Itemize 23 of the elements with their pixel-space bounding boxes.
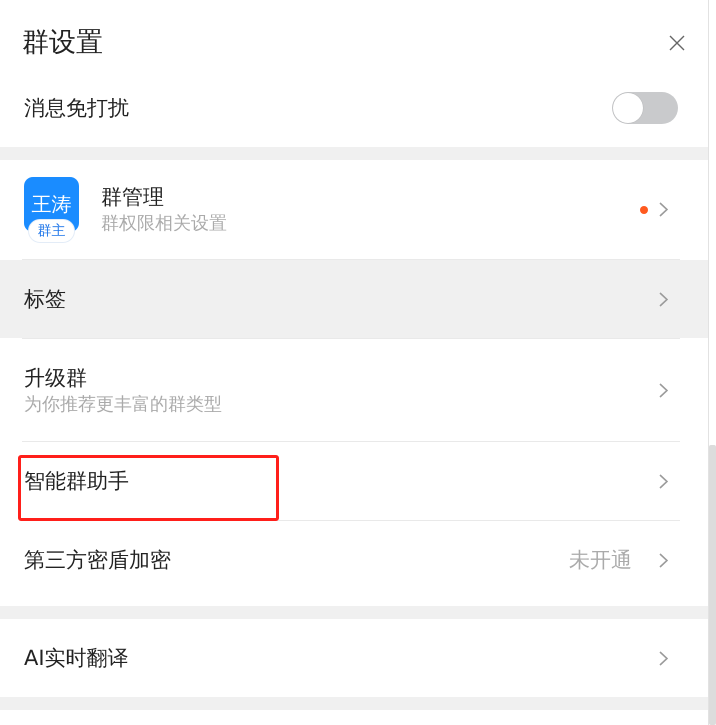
chevron-right-icon (659, 552, 668, 568)
close-button[interactable] (669, 35, 685, 51)
setting-description: 群权限相关设置 (101, 212, 227, 236)
chevron-right-icon (659, 474, 668, 488)
setting-label: 第三方密盾加密 (24, 547, 171, 574)
chevron-right-icon (659, 382, 668, 398)
owner-badge: 群主 (28, 218, 75, 242)
setting-label: 标签 (24, 286, 66, 313)
scrollbar-thumb[interactable] (709, 445, 716, 725)
setting-label: 群管理 (101, 184, 164, 211)
setting-label: AI实时翻译 (24, 645, 129, 672)
chevron-right-icon (659, 650, 668, 666)
setting-label: 消息免打扰 (24, 95, 129, 122)
setting-label: 智能群助手 (24, 468, 129, 495)
setting-label: 升级群 (24, 364, 87, 392)
setting-description: 为你推荐更丰富的群类型 (24, 392, 222, 416)
status-value: 未开通 (569, 547, 632, 574)
close-icon (669, 35, 685, 51)
toggle-switch[interactable] (612, 92, 678, 124)
chevron-right-icon (659, 202, 668, 217)
settings-item[interactable]: 标签 (0, 260, 708, 338)
chevron-right-icon (659, 292, 668, 306)
panel-title: 群设置 (22, 26, 103, 60)
